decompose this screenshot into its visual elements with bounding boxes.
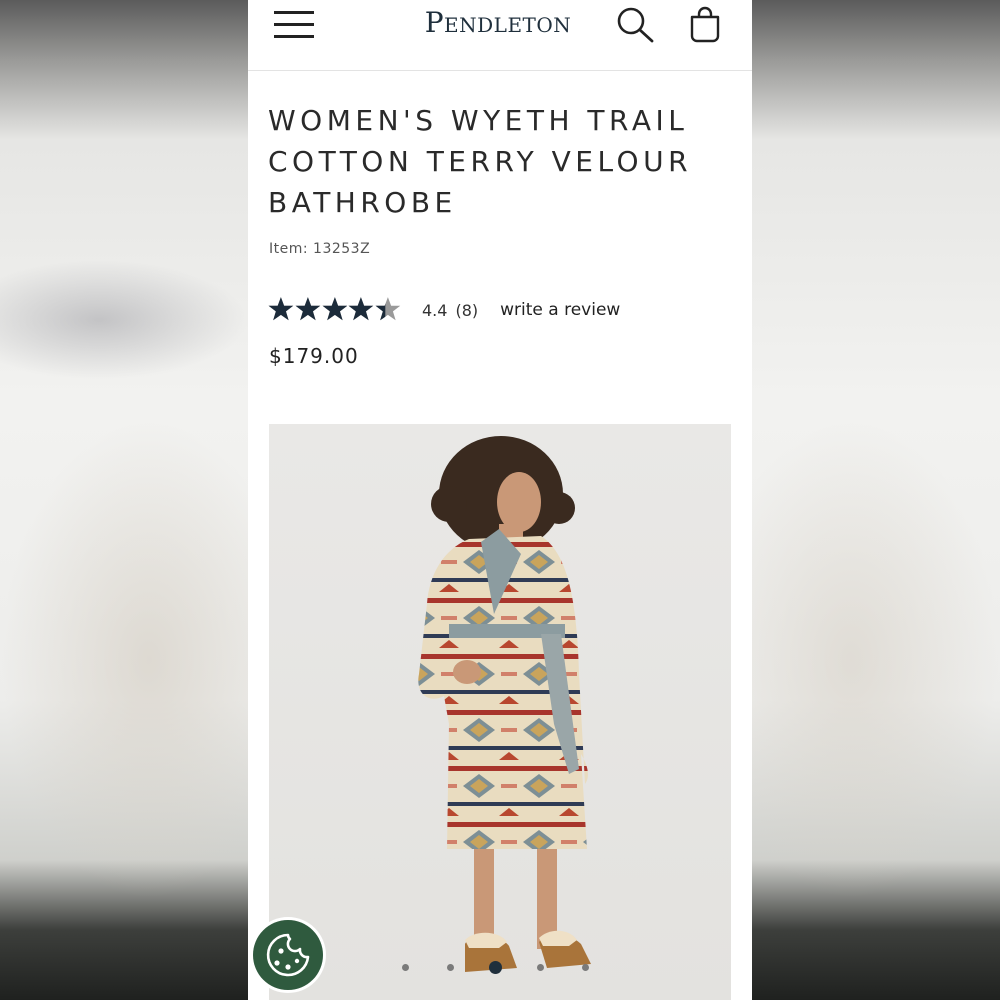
brand-logo[interactable]: Pendleton (368, 6, 628, 39)
carousel-dot[interactable] (401, 963, 409, 971)
hamburger-menu-icon[interactable] (274, 8, 316, 40)
star-icon (295, 297, 321, 321)
carousel-dot[interactable] (536, 963, 544, 971)
search-icon[interactable] (616, 6, 656, 44)
product-price: $179.00 (269, 344, 359, 368)
write-review-link[interactable]: write a review (500, 300, 620, 320)
product-image[interactable] (269, 424, 731, 1000)
background-blur-shape (752, 420, 1000, 900)
model-wearing-bathrobe-illustration (418, 436, 591, 972)
carousel-dot[interactable] (488, 960, 502, 974)
star-icon (322, 297, 347, 321)
item-number: Item: 13253Z (269, 241, 371, 257)
star-icon (375, 297, 401, 321)
rating-row: 4.4 (8) write a review (268, 295, 620, 325)
mobile-page: Pendleton WOMEN'S WYETH TRAIL COTTON TER… (248, 0, 752, 1000)
background-blur-shape (0, 260, 248, 380)
review-count[interactable]: (8) (455, 301, 478, 320)
site-header: Pendleton (248, 0, 752, 71)
star-rating[interactable] (268, 296, 402, 324)
star-icon (348, 297, 374, 321)
rating-value: 4.4 (422, 300, 448, 320)
carousel-indicator (248, 956, 752, 978)
carousel-dot[interactable] (446, 963, 454, 971)
product-title: WOMEN'S WYETH TRAIL COTTON TERRY VELOUR … (268, 104, 693, 219)
star-icon (268, 297, 294, 321)
cookie-settings-button[interactable] (253, 920, 323, 990)
shopping-bag-icon[interactable] (688, 6, 722, 44)
background-blur-shape (0, 420, 248, 900)
carousel-dot[interactable] (581, 963, 589, 971)
cookie-icon (266, 933, 310, 977)
